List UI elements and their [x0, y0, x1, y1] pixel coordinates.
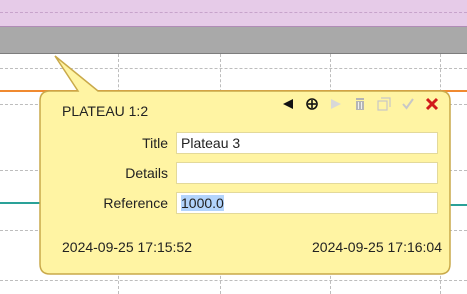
end-timestamp: 2024-09-25 17:16:04: [312, 239, 442, 255]
reference-row: Reference 1000.0: [40, 192, 450, 214]
chart-viewport: PLATEAU 1:2 Title Plateau 3 Details Refe…: [0, 0, 467, 294]
reference-value-selected: 1000.0: [181, 195, 224, 211]
title-row: Title: [40, 132, 450, 154]
plateau-popup: PLATEAU 1:2 Title Plateau 3 Details Refe…: [40, 91, 450, 274]
copy-icon[interactable]: [376, 96, 392, 112]
close-icon[interactable]: [424, 96, 440, 112]
title-label: Title: [142, 135, 168, 151]
trash-icon[interactable]: [352, 96, 368, 112]
crosshair-icon[interactable]: [304, 96, 320, 112]
popup-toolbar: [280, 96, 440, 112]
triangle-right-icon[interactable]: [328, 96, 344, 112]
popup-title: PLATEAU 1:2: [62, 103, 149, 119]
check-icon[interactable]: [400, 96, 416, 112]
details-label: Details: [125, 165, 168, 181]
title-input[interactable]: [176, 132, 438, 154]
start-timestamp: 2024-09-25 17:15:52: [62, 239, 192, 255]
reference-input[interactable]: 1000.0: [176, 192, 438, 214]
details-row: Details: [40, 162, 450, 184]
details-input[interactable]: [176, 162, 438, 184]
reference-label: Reference: [103, 195, 168, 211]
triangle-left-icon[interactable]: [280, 96, 296, 112]
